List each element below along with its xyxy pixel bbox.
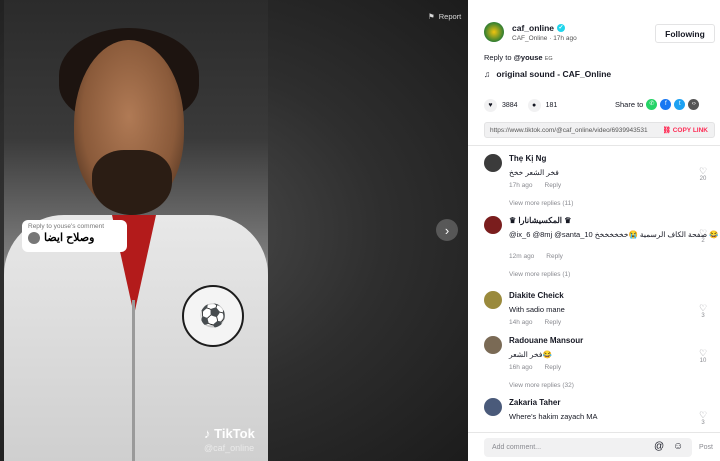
watermark-handle: @caf_online	[204, 443, 255, 453]
divider	[468, 145, 720, 146]
comment-text: With sadio mane	[509, 305, 565, 314]
comment-text: فخر الشعر😂	[509, 350, 552, 359]
report-button[interactable]: ⚑ Report	[428, 12, 461, 21]
copy-link-button[interactable]: ⛓ COPY LINK	[657, 126, 714, 134]
reply-to-line: Reply to @youse EG	[484, 53, 553, 62]
comment-reply-button[interactable]: Reply	[546, 253, 563, 260]
reply-comment-card: Reply to youse's comment وصلاح ايضا	[22, 220, 127, 252]
post-time: 17h ago	[553, 34, 577, 42]
copy-link-box: https://www.tiktok.com/@caf_online/video…	[484, 122, 715, 138]
comment-reply-button[interactable]: Reply	[545, 364, 562, 371]
comment-time: 17h ago	[509, 182, 533, 189]
author-info: caf_online ✓ CAF_Online · 17h ago	[484, 22, 577, 42]
like-stat[interactable]: ♥ 3884	[484, 99, 518, 112]
egypt-crest-icon: ⚽	[182, 285, 244, 347]
comment-username[interactable]: Diakite Cheick	[509, 291, 699, 300]
comment-like[interactable]: ♡ 3	[698, 410, 708, 427]
heart-outline-icon: ♡	[698, 303, 708, 313]
comment-avatar[interactable]	[484, 154, 502, 172]
comment-like-count: 3	[701, 420, 705, 426]
heart-icon: ♥	[484, 99, 497, 112]
like-count: 3884	[502, 102, 518, 109]
comment-text: @ix_6 @8mj @santa_10 صفحة الكاف الرسمية …	[509, 230, 719, 239]
facebook-icon[interactable]: f	[660, 99, 672, 110]
details-panel: caf_online ✓ CAF_Online · 17h ago Followi…	[468, 0, 720, 461]
jacket-zip	[132, 300, 135, 461]
following-button[interactable]: Following	[655, 24, 715, 43]
comment-time: 14h ago	[509, 319, 533, 326]
comment-time: 16h ago	[509, 364, 533, 371]
reply-country: EG	[544, 56, 553, 62]
comment-text: Where's hakim zayach MA	[509, 412, 598, 421]
comment-username[interactable]: ♛ المكسيشانارا ♛	[509, 216, 699, 225]
comment-icon: ●	[527, 99, 541, 112]
reply-card-title: Reply to youse's comment	[28, 223, 105, 230]
comment-like[interactable]: ♡ 20	[698, 166, 708, 183]
copy-link-label: COPY LINK	[672, 127, 708, 134]
whatsapp-icon[interactable]: ✆	[646, 99, 658, 110]
comment-username[interactable]: Radouane Mansour	[509, 336, 699, 345]
comment-like-count: 20	[699, 176, 707, 182]
heart-outline-icon: ♡	[698, 228, 708, 238]
comment-like[interactable]: ♡ 10	[698, 348, 708, 365]
link-icon: ⛓	[662, 127, 671, 134]
comment-input-bar: Add comment... @ ☺ Post	[468, 432, 720, 461]
post-button[interactable]: Post	[699, 444, 713, 451]
view-more-replies[interactable]: View more replies (32)	[509, 382, 699, 389]
tiktok-watermark: ♪ TikTok @caf_online	[204, 426, 255, 453]
view-more-replies[interactable]: View more replies (1)	[509, 271, 699, 278]
sound-link[interactable]: ♫ original sound - CAF_Online	[484, 69, 611, 79]
author-display-name: CAF_Online	[512, 34, 548, 42]
author-name[interactable]: caf_online	[512, 23, 554, 33]
tiktok-logo-icon: ♪	[204, 426, 211, 441]
comment-like[interactable]: ♡ 3	[698, 303, 708, 320]
comment-avatar[interactable]	[484, 291, 502, 309]
next-video-button[interactable]: ›	[436, 219, 458, 241]
comment-like-count: 3	[701, 313, 705, 319]
author-avatar[interactable]	[484, 22, 504, 42]
heart-outline-icon: ♡	[698, 410, 708, 420]
flag-icon: ⚑	[428, 12, 435, 21]
comment-like-count: 10	[699, 358, 707, 364]
music-note-icon: ♫	[484, 69, 491, 79]
sound-title: original sound - CAF_Online	[496, 69, 612, 79]
heart-outline-icon: ♡	[698, 348, 708, 358]
emoji-icon[interactable]: ☺	[673, 441, 683, 452]
video-url[interactable]: https://www.tiktok.com/@caf_online/video…	[485, 127, 657, 134]
comment-reply-button[interactable]: Reply	[545, 319, 562, 326]
comment-avatar[interactable]	[484, 336, 502, 354]
reply-prefix: Reply to	[484, 53, 512, 62]
verified-badge-icon: ✓	[557, 23, 566, 32]
share-row: Share to ✆ f t ‹›	[615, 99, 700, 110]
share-label: Share to	[615, 100, 644, 109]
comment-text: فخر الشعر خخخ	[509, 168, 559, 177]
comment-username[interactable]: Thẹ Kị Ng	[509, 154, 699, 163]
view-more-replies[interactable]: View more replies (11)	[509, 200, 699, 207]
comment-like-count: 2	[701, 238, 705, 244]
comment-avatar[interactable]	[484, 216, 502, 234]
video-player[interactable]: ⚽ Reply to youse's comment وصلاح ايضا ♪ …	[0, 0, 468, 461]
reply-card-avatar	[28, 231, 40, 244]
comment-stat[interactable]: ● 181	[527, 99, 558, 112]
embed-icon[interactable]: ‹›	[688, 99, 700, 110]
chevron-right-icon: ›	[444, 222, 450, 238]
comment-reply-button[interactable]: Reply	[545, 182, 562, 189]
comment-like[interactable]: ♡ 2	[698, 228, 708, 245]
video-frame[interactable]: ⚽ Reply to youse's comment وصلاح ايضا ♪ …	[4, 0, 268, 461]
comment-username[interactable]: Zakaria Taher	[509, 398, 699, 407]
heart-outline-icon: ♡	[698, 166, 708, 176]
twitter-icon[interactable]: t	[674, 99, 686, 110]
report-label: Report	[438, 12, 462, 21]
mention-icon[interactable]: @	[654, 441, 664, 452]
reply-card-text: وصلاح ايضا	[44, 232, 95, 244]
stats-row: ♥ 3884 ● 181	[484, 99, 557, 112]
comment-count: 181	[545, 102, 558, 109]
player-beard	[92, 150, 172, 215]
comment-avatar[interactable]	[484, 398, 502, 416]
watermark-brand: TikTok	[214, 426, 255, 441]
reply-user-link[interactable]: @youse	[514, 53, 543, 62]
comment-time: 12m ago	[509, 253, 535, 260]
